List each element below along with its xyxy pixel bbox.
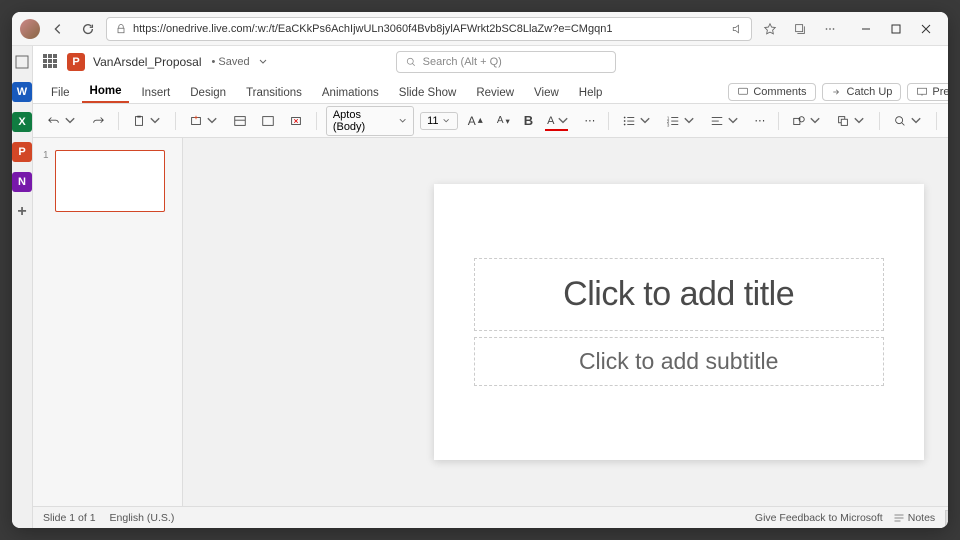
tab-help[interactable]: Help	[571, 83, 611, 103]
svg-text:3: 3	[667, 122, 670, 127]
back-button[interactable]	[46, 17, 70, 41]
layout-button[interactable]	[229, 111, 251, 131]
normal-view-button[interactable]	[945, 510, 948, 526]
bold-button[interactable]: B	[520, 110, 537, 131]
slide[interactable]: Click to add title Click to add subtitle	[434, 184, 924, 460]
toolbar: Aptos (Body) 11 A▴ A▾ B A ⋯ 123 ⋯	[33, 104, 948, 138]
more-paragraph-button[interactable]: ⋯	[750, 111, 769, 130]
new-slide-button[interactable]	[185, 111, 223, 131]
search-input[interactable]: Search (Alt + Q)	[396, 51, 616, 73]
bullets-button[interactable]	[618, 111, 656, 131]
comments-button[interactable]: Comments	[728, 83, 815, 101]
paste-button[interactable]	[128, 111, 166, 131]
tab-view[interactable]: View	[526, 83, 567, 103]
notes-button[interactable]: Notes	[893, 512, 935, 524]
font-size-select[interactable]: 11	[420, 112, 458, 130]
home-icon[interactable]	[12, 52, 32, 72]
refresh-button[interactable]	[76, 17, 100, 41]
app-window: https://onedrive.live.com/:w:/t/EaCKkPs6…	[12, 12, 948, 528]
lock-icon	[115, 23, 127, 35]
app-main: P VanArsdel_Proposal • Saved Search (Alt…	[33, 46, 948, 528]
title-row: P VanArsdel_Proposal • Saved Search (Alt…	[33, 46, 948, 78]
app-content: W X P N + P VanArsdel_Proposal • Saved S…	[12, 46, 948, 528]
app-launcher-icon[interactable]	[43, 54, 59, 70]
powerpoint-logo: P	[67, 53, 85, 71]
favorite-button[interactable]	[758, 17, 782, 41]
excel-icon[interactable]: X	[12, 112, 32, 132]
close-button[interactable]	[912, 17, 940, 41]
save-state: • Saved	[212, 56, 250, 68]
tab-animations[interactable]: Animations	[314, 83, 387, 103]
dictate-button[interactable]	[946, 111, 948, 131]
thumbnail-preview[interactable]	[55, 150, 165, 212]
redo-button[interactable]	[87, 111, 109, 131]
chevron-down-icon[interactable]	[258, 57, 268, 67]
browser-bar: https://onedrive.live.com/:w:/t/EaCKkPs6…	[12, 12, 948, 46]
url-text: https://onedrive.live.com/:w:/t/EaCKkPs6…	[133, 23, 725, 35]
ribbon-tabs: File Home Insert Design Transitions Anim…	[33, 78, 948, 104]
reset-button[interactable]	[257, 111, 279, 131]
add-app-icon[interactable]: +	[12, 202, 32, 222]
shapes-button[interactable]	[788, 111, 826, 131]
tab-review[interactable]: Review	[468, 83, 522, 103]
feedback-link[interactable]: Give Feedback to Microsoft	[755, 512, 883, 524]
tab-transitions[interactable]: Transitions	[238, 83, 310, 103]
title-placeholder[interactable]: Click to add title	[474, 258, 884, 331]
status-bar: Slide 1 of 1 English (U.S.) Give Feedbac…	[33, 506, 948, 528]
word-icon[interactable]: W	[12, 82, 32, 102]
search-placeholder: Search (Alt + Q)	[423, 56, 502, 68]
find-button[interactable]	[889, 111, 927, 131]
subtitle-placeholder[interactable]: Click to add subtitle	[474, 337, 884, 386]
powerpoint-icon[interactable]: P	[12, 142, 32, 162]
delete-slide-button[interactable]	[285, 111, 307, 131]
slide-canvas[interactable]: Click to add title Click to add subtitle…	[183, 138, 948, 506]
url-bar[interactable]: https://onedrive.live.com/:w:/t/EaCKkPs6…	[106, 17, 752, 41]
app-rail: W X P N +	[12, 46, 33, 528]
present-button[interactable]: Present	[907, 83, 948, 101]
read-aloud-icon[interactable]	[731, 23, 743, 35]
maximize-button[interactable]	[882, 17, 910, 41]
minimize-button[interactable]	[852, 17, 880, 41]
status-right: Give Feedback to Microsoft Notes − + 100…	[755, 510, 948, 526]
more-font-button[interactable]: ⋯	[580, 111, 599, 130]
profile-avatar[interactable]	[20, 19, 40, 39]
tab-design[interactable]: Design	[182, 83, 234, 103]
tab-slideshow[interactable]: Slide Show	[391, 83, 465, 103]
onenote-icon[interactable]: N	[12, 172, 32, 192]
font-select[interactable]: Aptos (Body)	[326, 106, 414, 136]
catchup-button[interactable]: Catch Up	[822, 83, 902, 101]
ribbon-right: Comments Catch Up Present Editing Share	[728, 83, 948, 103]
view-buttons	[945, 510, 948, 526]
undo-button[interactable]	[43, 111, 81, 131]
language-status[interactable]: English (U.S.)	[110, 512, 175, 524]
font-color-button[interactable]: A	[543, 111, 574, 131]
document-name[interactable]: VanArsdel_Proposal	[93, 55, 202, 69]
tab-file[interactable]: File	[43, 83, 78, 103]
tab-home[interactable]: Home	[82, 81, 130, 103]
window-controls	[852, 17, 940, 41]
more-button[interactable]	[818, 17, 842, 41]
collections-button[interactable]	[788, 17, 812, 41]
arrange-button[interactable]	[832, 111, 870, 131]
search-icon	[405, 56, 417, 68]
work-area: 1 Click to add title Click to add subtit…	[33, 138, 948, 506]
tab-insert[interactable]: Insert	[133, 83, 178, 103]
decrease-font-button[interactable]: A▾	[493, 112, 514, 129]
thumbnail-number: 1	[43, 150, 49, 212]
thumbnail-item[interactable]: 1	[43, 150, 172, 212]
increase-font-button[interactable]: A▴	[464, 111, 487, 131]
slide-count[interactable]: Slide 1 of 1	[43, 512, 96, 524]
align-button[interactable]	[706, 111, 744, 131]
numbering-button[interactable]: 123	[662, 111, 700, 131]
thumbnail-pane[interactable]: 1	[33, 138, 183, 506]
